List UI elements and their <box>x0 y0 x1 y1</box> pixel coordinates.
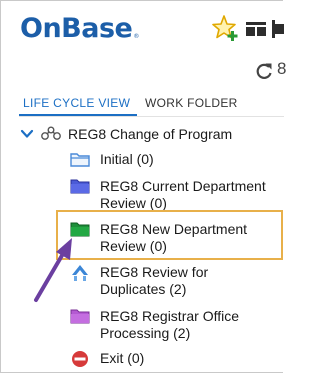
tree-item-label-cont: Review (0) <box>100 238 167 254</box>
chevron-down-icon[interactable] <box>20 128 34 140</box>
tree-item-label-cont: Duplicates (2) <box>100 281 187 297</box>
more-icon[interactable] <box>272 20 284 38</box>
star-add-icon[interactable] <box>212 14 240 42</box>
tree-item-label[interactable]: REG8 Registrar Office <box>100 307 239 325</box>
queue-green-icon <box>70 222 90 237</box>
annotation-arrow <box>34 238 72 302</box>
tree-item-label[interactable]: REG8 Current Department <box>100 177 266 195</box>
tabs-divider <box>19 116 284 117</box>
queue-blue-icon <box>70 179 90 194</box>
folder-outline-icon <box>70 153 90 167</box>
toolbar-cut-text: 8 <box>277 59 287 78</box>
tab-work-folder[interactable]: WORK FOLDER <box>145 96 238 110</box>
grid-view-icon[interactable] <box>246 22 266 36</box>
queue-purple-icon <box>70 309 90 324</box>
view-tabs: LIFE CYCLE VIEW WORK FOLDER <box>19 96 284 116</box>
tree-item-label[interactable]: Exit (0) <box>100 349 144 367</box>
exit-icon <box>72 351 88 367</box>
tree-item-label[interactable]: Initial (0) <box>100 150 154 168</box>
tree-item-label[interactable]: REG8 Review for <box>100 263 208 281</box>
onbase-logo: OnBase® <box>20 13 139 44</box>
tree-root-label[interactable]: REG8 Change of Program <box>68 125 232 143</box>
tree-item-label-cont: Processing (2) <box>100 325 191 341</box>
tree-item-label[interactable]: REG8 New Department <box>100 220 247 238</box>
tab-life-cycle-view[interactable]: LIFE CYCLE VIEW <box>23 96 130 110</box>
refresh-icon[interactable] <box>255 62 273 80</box>
lifecycle-icon <box>41 126 61 140</box>
